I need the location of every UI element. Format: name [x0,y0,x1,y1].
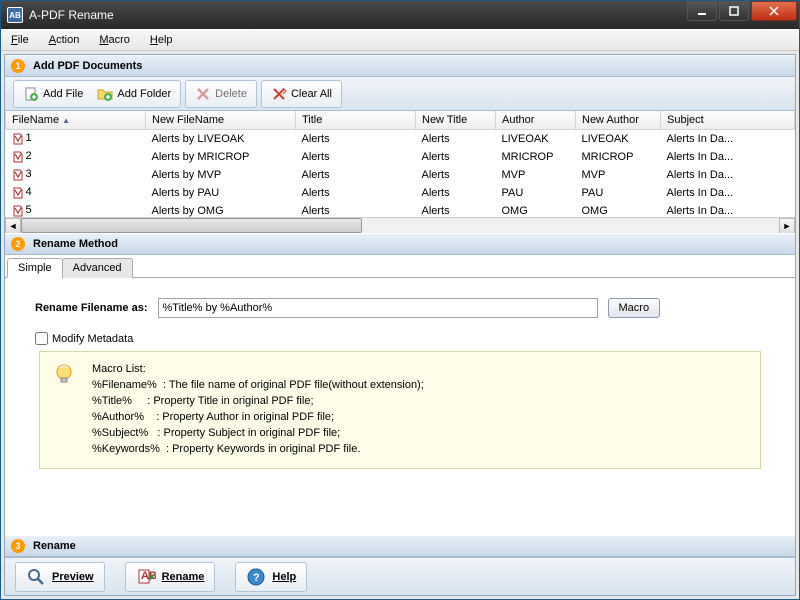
add-folder-button[interactable]: Add Folder [91,84,177,104]
col-author[interactable]: Author [496,111,576,130]
pdf-icon [12,187,24,199]
add-file-label: Add File [43,88,83,100]
clear-all-button[interactable]: Clear All [265,84,338,104]
menu-help[interactable]: Help [146,32,177,48]
section-method-header: 2 Rename Method [5,233,795,255]
pdf-icon [12,133,24,145]
add-folder-icon [97,86,113,102]
scroll-track[interactable] [21,218,779,233]
section-add-label: Add PDF Documents [33,60,142,72]
menu-macro[interactable]: Macro [95,32,134,48]
step-3-badge: 3 [11,539,25,553]
scroll-right-arrow[interactable]: ► [779,218,795,234]
lightbulb-icon [52,362,76,386]
window-title: A-PDF Rename [29,8,687,22]
table-row[interactable]: 4Alerts by PAUAlertsAlertsPAUPAUAlerts I… [6,184,795,202]
maximize-icon [729,6,739,16]
macro-list-text: Macro List: %Filename% : The file name o… [92,362,424,458]
delete-button[interactable]: Delete [189,84,253,104]
tool-group-delete: Delete [185,80,257,108]
titlebar[interactable]: AB A-PDF Rename [1,1,799,29]
pdf-icon [12,151,24,163]
horizontal-scrollbar: ◄ ► [5,217,795,233]
rename-label: Rename [162,571,205,583]
step-2-badge: 2 [11,237,25,251]
section-rename-header: 3 Rename [5,535,795,557]
preview-icon [26,567,46,587]
rename-icon: AB [136,567,156,587]
svg-text:AB: AB [141,570,156,582]
app-icon: AB [7,7,23,23]
window-controls [687,1,799,29]
add-toolbar: Add File Add Folder Delete [5,77,795,111]
section-add-header: 1 Add PDF Documents [5,55,795,77]
delete-label: Delete [215,88,247,100]
help-icon: ? [246,567,266,587]
rename-button[interactable]: AB Rename [125,562,216,592]
modify-metadata-label: Modify Metadata [52,333,133,345]
rename-pattern-input[interactable] [158,298,598,318]
add-file-icon [23,86,39,102]
content-area: 1 Add PDF Documents Add File Add Folder [4,54,796,596]
table-row[interactable]: 5Alerts by OMGAlertsAlertsOMGOMGAlerts I… [6,202,795,218]
col-newfilename[interactable]: New FileName [146,111,296,130]
rename-as-label: Rename Filename as: [35,302,148,314]
step-1-badge: 1 [11,59,25,73]
add-file-button[interactable]: Add File [17,84,89,104]
table-row[interactable]: 3Alerts by MVPAlertsAlertsMVPMVPAlerts I… [6,166,795,184]
maximize-button[interactable] [719,1,749,21]
col-newtitle[interactable]: New Title [416,111,496,130]
col-filename[interactable]: FileName [6,111,146,130]
col-newauthor[interactable]: New Author [576,111,661,130]
col-title[interactable]: Title [296,111,416,130]
file-table: FileName New FileName Title New Title Au… [5,111,795,217]
preview-label: Preview [52,571,94,583]
scroll-thumb[interactable] [21,218,362,233]
pdf-icon [12,169,24,181]
scroll-left-arrow[interactable]: ◄ [5,218,21,234]
help-button[interactable]: ? Help [235,562,307,592]
close-button[interactable] [751,1,797,21]
method-tabs: Simple Advanced [5,257,795,278]
menu-action[interactable]: Action [45,32,84,48]
table-row[interactable]: 2Alerts by MRICROPAlertsAlertsMRICROPMRI… [6,148,795,166]
section-method-label: Rename Method [33,238,118,250]
menubar: File Action Macro Help [1,29,799,51]
footer-toolbar: Preview AB Rename ? Help [5,557,795,595]
tab-advanced[interactable]: Advanced [62,258,133,278]
minimize-icon [697,6,707,16]
window: AB A-PDF Rename File Action Macro Help 1… [0,0,800,600]
tool-group-add: Add File Add Folder [13,80,181,108]
add-folder-label: Add Folder [117,88,171,100]
tab-simple[interactable]: Simple [7,258,63,278]
table-row[interactable]: 1Alerts by LIVEOAKAlertsAlertsLIVEOAKLIV… [6,130,795,148]
macro-button[interactable]: Macro [608,298,661,318]
clear-all-label: Clear All [291,88,332,100]
preview-button[interactable]: Preview [15,562,105,592]
help-label: Help [272,571,296,583]
macro-help-box: Macro List: %Filename% : The file name o… [39,351,761,469]
section-rename-label: Rename [33,540,76,552]
menu-file[interactable]: File [7,32,33,48]
tool-group-clear: Clear All [261,80,342,108]
close-icon [769,6,779,16]
pdf-icon [12,205,24,217]
minimize-button[interactable] [687,1,717,21]
svg-text:?: ? [253,572,260,584]
modify-metadata-checkbox[interactable] [35,332,48,345]
simple-form: Rename Filename as: Macro Modify Metadat… [5,278,795,479]
col-subject[interactable]: Subject [661,111,795,130]
delete-icon [195,86,211,102]
clear-all-icon [271,86,287,102]
file-table-container[interactable]: FileName New FileName Title New Title Au… [5,111,795,217]
